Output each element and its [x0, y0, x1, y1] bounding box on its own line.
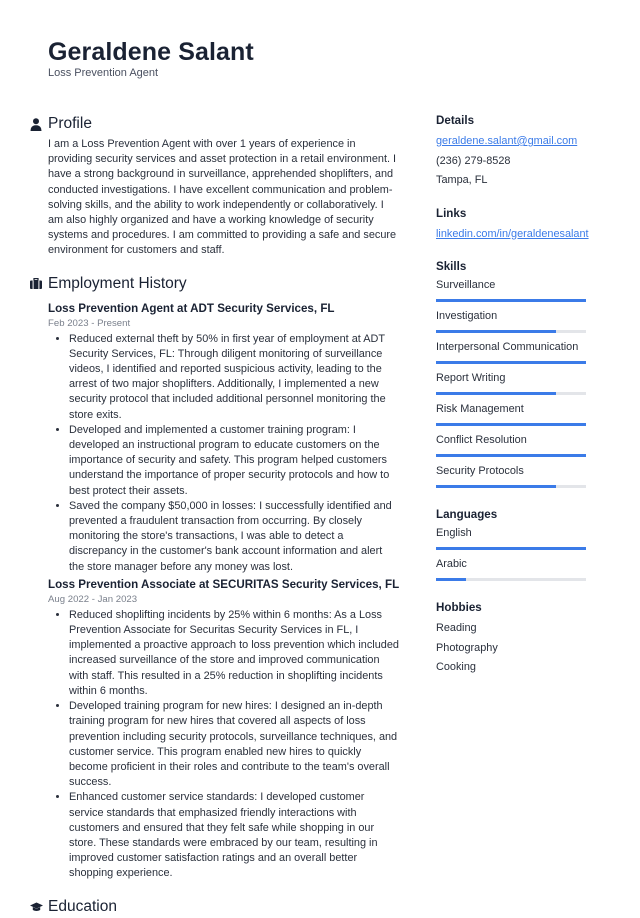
skill-level-fill — [436, 423, 586, 426]
job-list: Loss Prevention Agent at ADT Security Se… — [48, 301, 400, 882]
skill-label: Risk Management — [436, 403, 524, 415]
section-title: Education — [48, 897, 117, 915]
language-level-bar — [436, 578, 586, 581]
skill-label: Investigation — [436, 310, 498, 322]
skill-item: Interpersonal Communication — [436, 337, 586, 364]
section-title: Employment History — [48, 274, 187, 292]
profile-text: I am a Loss Prevention Agent with over 1… — [48, 138, 397, 257]
skill-item: Conflict Resolution — [436, 430, 586, 457]
job-dates: Feb 2023 - Present — [48, 317, 131, 329]
links-section: Links linkedin.com/in/geraldenesalant — [436, 206, 589, 245]
details-section: Details geraldene.salant@gmail.com (236)… — [436, 113, 586, 191]
briefcase-icon — [30, 278, 48, 290]
skill-item: Risk Management — [436, 399, 586, 426]
person-icon — [30, 117, 48, 131]
links-title: Links — [436, 206, 467, 220]
profile-section: Profile I am a Loss Prevention Agent wit… — [30, 113, 400, 259]
language-item: English — [436, 523, 586, 550]
languages-section: Languages English Arabic — [436, 507, 586, 581]
job-bullet: Reduced shoplifting incidents by 25% wit… — [69, 608, 400, 699]
skill-level-fill — [436, 485, 556, 488]
languages-title: Languages — [436, 508, 498, 521]
job-entry: Loss Prevention Associate at SECURITAS S… — [48, 577, 400, 882]
skill-label: Interpersonal Communication — [436, 341, 579, 353]
skill-level-bar — [436, 454, 586, 457]
skill-level-fill — [436, 330, 556, 333]
skill-level-bar — [436, 299, 586, 302]
candidate-name: Geraldene Salant — [48, 38, 254, 66]
job-bullet: Developed and implemented a customer tra… — [69, 423, 400, 499]
language-label: Arabic — [436, 558, 467, 570]
phone: (236) 279-8528 — [436, 154, 511, 167]
skill-item: Surveillance — [436, 275, 586, 302]
job-bullets: Reduced external theft by 50% in first y… — [48, 332, 400, 575]
skill-level-bar — [436, 361, 586, 364]
hobby-item: Photography — [436, 641, 498, 654]
hobbies-list: Reading Photography Cooking — [436, 619, 586, 678]
skill-item: Investigation — [436, 306, 586, 333]
hobbies-section: Hobbies Reading Photography Cooking — [436, 600, 586, 678]
job-bullet: Developed training program for new hires… — [69, 699, 400, 790]
job-entry: Loss Prevention Agent at ADT Security Se… — [48, 301, 400, 575]
location: Tampa, FL — [436, 174, 488, 186]
language-item: Arabic — [436, 554, 586, 581]
job-title: Loss Prevention Associate at SECURITAS S… — [48, 577, 400, 591]
skill-label: Conflict Resolution — [436, 434, 527, 446]
language-label: English — [436, 527, 472, 539]
language-level-fill — [436, 578, 466, 581]
skill-level-bar — [436, 485, 586, 488]
skill-item: Report Writing — [436, 368, 586, 395]
job-title: Loss Prevention Agent at ADT Security Se… — [48, 301, 335, 315]
job-dates: Aug 2022 - Jan 2023 — [48, 593, 138, 605]
skill-level-bar — [436, 423, 586, 426]
email-link[interactable]: geraldene.salant@gmail.com — [436, 132, 586, 152]
job-bullets: Reduced shoplifting incidents by 25% wit… — [48, 608, 400, 882]
job-bullet: Reduced external theft by 50% in first y… — [69, 332, 400, 423]
section-title: Profile — [48, 115, 92, 132]
education-section: Education — [30, 896, 400, 918]
candidate-role: Loss Prevention Agent — [48, 67, 159, 79]
skill-label: Surveillance — [436, 279, 496, 291]
language-level-fill — [436, 547, 586, 550]
skill-level-fill — [436, 454, 586, 457]
skills-list: Surveillance Investigation Interpersonal C… — [436, 275, 586, 488]
skills-section: Skills Surveillance Investigation Interper… — [436, 259, 586, 488]
hobbies-title: Hobbies — [436, 601, 482, 614]
graduation-cap-icon — [30, 902, 48, 912]
language-level-bar — [436, 547, 586, 550]
hobby-item: Reading — [436, 622, 477, 634]
main-column: Profile I am a Loss Prevention Agent wit… — [30, 113, 400, 918]
hobby-item: Cooking — [436, 661, 476, 673]
sidebar: Details geraldene.salant@gmail.com (236)… — [436, 113, 589, 678]
skills-title: Skills — [436, 260, 467, 273]
skill-level-bar — [436, 330, 586, 333]
linkedin-link[interactable]: linkedin.com/in/geraldenesalant — [436, 225, 589, 245]
skill-item: Security Protocols — [436, 461, 586, 488]
skill-level-fill — [436, 392, 556, 395]
job-bullet: Saved the company $50,000 in losses: I s… — [69, 499, 400, 575]
skill-level-fill — [436, 361, 586, 364]
skill-label: Security Protocols — [436, 465, 524, 477]
employment-section: Employment History Loss Prevention Agent… — [30, 273, 400, 882]
skill-level-fill — [436, 299, 586, 302]
skill-label: Report Writing — [436, 372, 506, 384]
languages-list: English Arabic — [436, 523, 586, 581]
job-bullet: Enhanced customer service standards: I d… — [69, 790, 400, 881]
skill-level-bar — [436, 392, 586, 395]
details-title: Details — [436, 114, 475, 127]
